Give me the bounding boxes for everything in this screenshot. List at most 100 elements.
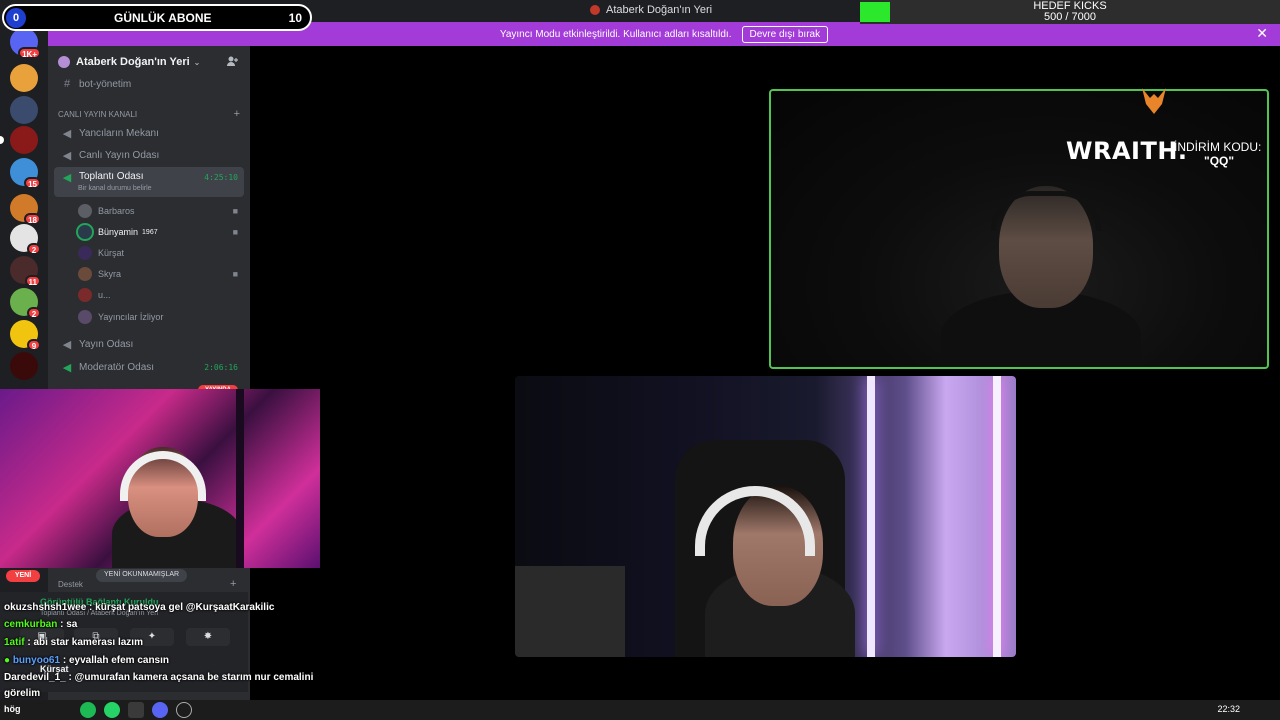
taskbar-clock[interactable]: 22:32 (1217, 704, 1240, 714)
window-title-text: Ataberk Doğan'ın Yeri (606, 4, 713, 16)
sub-goal-count: 0 (6, 8, 26, 28)
soundboard-button[interactable]: ✸ (186, 628, 230, 646)
channel-label: Yancıların Mekanı (79, 127, 159, 139)
speaker-icon: ◀ (62, 127, 72, 140)
channel-label: Yayın Odası (79, 338, 134, 350)
streamer-webcam (0, 389, 320, 568)
server-icon[interactable]: 2 (10, 288, 41, 319)
channel-label: bot-yönetim (79, 78, 132, 90)
avatar (78, 246, 92, 260)
video-tile[interactable] (515, 376, 1016, 657)
add-channel-icon[interactable]: + (234, 108, 240, 120)
server-icon[interactable] (10, 64, 38, 92)
voice-user-tag: 1967 (142, 228, 158, 236)
chat-message: cemkurban : sa (4, 619, 77, 630)
channel-moderator-odasi[interactable]: ◀ Moderatör Odası 2:06:16 (54, 357, 244, 377)
headphones-icon (991, 191, 1101, 231)
new-badge: YENİ (6, 570, 40, 582)
channel-yancilar-mekani[interactable]: ◀ Yancıların Mekanı (54, 123, 244, 143)
chat-message: ● bunyoo61 : eyvallah efem cansın (4, 655, 169, 666)
home-server-icon[interactable]: 1K+ (10, 28, 41, 59)
voice-user[interactable]: Yayıncılar İzliyor (78, 307, 244, 327)
server-icon[interactable]: 9 (10, 320, 41, 351)
light-strip (993, 376, 1001, 657)
voice-user-name: Bünyamin (98, 227, 139, 237)
obs-icon[interactable] (176, 702, 192, 718)
voice-user[interactable]: Kürşat (78, 243, 244, 263)
voice-user[interactable]: u... (78, 285, 244, 305)
chat-badge-icon: ● (4, 655, 11, 666)
server-icon[interactable]: 18 (10, 194, 41, 225)
hashtag-icon: # (63, 78, 71, 90)
notification-badge: 11 (24, 275, 41, 287)
server-icon[interactable] (10, 352, 38, 380)
whatsapp-icon[interactable] (104, 702, 120, 718)
voice-user-name: Barbaros (98, 206, 135, 216)
video-tile-speaking[interactable] (769, 89, 1269, 369)
channel-label: Moderatör Odası (79, 361, 155, 373)
server-icon[interactable]: 2 (10, 224, 41, 255)
chat-text: : abi star kamerası lazım (27, 637, 143, 648)
channel-status-prompt[interactable]: Bir kanal durumu belirle (78, 185, 152, 192)
voice-user[interactable]: Skyra ■ (78, 264, 244, 284)
disable-streamer-mode-button[interactable]: Devre dışı bırak (741, 25, 829, 43)
window-title: Ataberk Doğan'ın Yeri (590, 4, 712, 16)
camera-icon: ■ (232, 269, 238, 279)
voice-user[interactable]: Barbaros ■ (78, 201, 244, 221)
speaker-icon: ◀ (62, 361, 72, 374)
light-strip (867, 376, 875, 657)
avatar (78, 288, 92, 302)
spotify-icon[interactable] (80, 702, 96, 718)
channel-timer: 4:25:10 (204, 173, 238, 182)
category-destek[interactable]: Destek (58, 580, 83, 589)
taskbar: hög 22:32 (0, 700, 1280, 720)
chat-username: okuzshshsh1wee (4, 602, 87, 613)
voice-user[interactable]: Bünyamin 1967 ■ (78, 222, 244, 242)
chat-text: : kürşat patsoya gel @KurşaatKarakilic (89, 602, 275, 613)
chat-message-continued: görelim (4, 688, 40, 699)
server-icon[interactable]: 15 (10, 158, 41, 189)
notification-badge: 9 (27, 339, 41, 351)
server-icon[interactable]: 11 (10, 256, 41, 287)
server-avatar-icon (58, 56, 70, 68)
channel-bot-yonetim[interactable]: # bot-yönetim (54, 74, 244, 94)
avatar (78, 225, 92, 239)
kicks-goal-fill (860, 2, 890, 22)
promo-label: İNDİRİM KODU: (1174, 140, 1262, 154)
background-furniture (515, 566, 625, 657)
voice-user-name: Kürşat (98, 248, 125, 258)
speaker-icon: ◀ (62, 149, 72, 162)
close-icon[interactable]: ✕ (1256, 25, 1268, 42)
speaker-icon: ◀ (62, 338, 72, 351)
notification-badge: 18 (24, 213, 41, 225)
camera-icon: ■ (232, 206, 238, 216)
chat-message: 1atif : abi star kamerası lazım (4, 637, 143, 648)
chat-text: : eyvallah efem cansın (62, 655, 170, 666)
notification-badge: 15 (24, 177, 41, 189)
channel-label: Canlı Yayın Odası (79, 149, 160, 161)
channel-canli-yayin-odasi[interactable]: ◀ Canlı Yayın Odası (54, 145, 244, 165)
channel-yayin-odasi[interactable]: ◀ Yayın Odası (54, 334, 244, 354)
chat-text: : sa (60, 619, 78, 630)
sub-goal-target: 10 (288, 11, 302, 25)
daily-subscriber-goal: 0 GÜNLÜK ABONE 10 (2, 4, 312, 31)
speaker-icon: ◀ (62, 172, 72, 184)
channel-timer: 2:06:16 (204, 362, 238, 372)
sub-goal-label: GÜNLÜK ABONE (114, 11, 212, 25)
chat-username: Daredevil_1_ (4, 672, 66, 683)
new-unread-button[interactable]: YENİ OKUNMAMIŞLAR (96, 569, 188, 582)
category-canli-yayin[interactable]: CANLI YAYIN KANALI + (58, 107, 244, 121)
chrome-icon[interactable] (128, 702, 144, 718)
active-server-icon[interactable] (0, 126, 38, 154)
server-icon[interactable] (10, 96, 38, 124)
add-channel-icon[interactable]: + (230, 578, 236, 590)
person-add-icon[interactable] (226, 55, 238, 70)
fox-logo-icon (1142, 88, 1166, 114)
channel-toplanti-odasi[interactable]: ◀ Toplantı Odası 4:25:10 Bir kanal durum… (54, 167, 244, 197)
chat-username: bunyoo61 (12, 655, 61, 666)
active-server-indicator (0, 136, 4, 144)
taskbar-weather[interactable]: hög (4, 704, 21, 714)
chat-text: görelim (4, 688, 41, 699)
discord-icon[interactable] (152, 702, 168, 718)
voice-user-name: u... (98, 290, 111, 300)
